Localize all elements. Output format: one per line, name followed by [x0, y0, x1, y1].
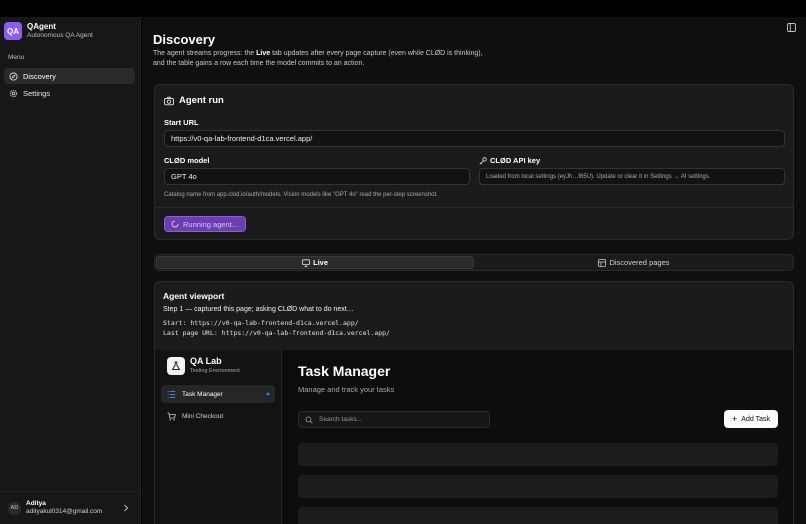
preview-nav-label: Mini Checkout	[182, 412, 224, 420]
user-email: adityakul0314@gmail.com	[26, 508, 103, 515]
sidebar: QA QAgent Autonomous QA Agent Menu Disco…	[0, 17, 141, 524]
tab-live[interactable]: Live	[156, 256, 474, 269]
plus-icon: +	[732, 414, 738, 424]
preview-sidebar: QA Lab Testing Environment Task Manager …	[155, 350, 282, 524]
api-key-label-text: CLØD API key	[490, 156, 541, 165]
sidebar-item-label: Settings	[23, 88, 51, 98]
app-name: QAgent	[27, 22, 56, 31]
model-select[interactable]: GPT 4o	[164, 168, 470, 185]
avatar: AD	[8, 501, 21, 515]
run-agent-button-label: Running agent...	[183, 219, 239, 229]
cart-icon	[167, 412, 176, 420]
viewport-title: Agent viewport	[163, 291, 225, 301]
sidebar-item-label: Discovery	[23, 71, 56, 81]
preview-main: Task Manager Manage and track your tasks…	[283, 350, 793, 524]
user-name: Aditya	[26, 500, 46, 507]
sidebar-toggle-icon[interactable]	[787, 23, 796, 32]
active-indicator-icon	[266, 392, 270, 395]
model-hint: Catalog name from app.clod.io/auth/model…	[164, 192, 438, 198]
api-key-field[interactable]: Loaded from local settings (eyJh…f65U). …	[479, 168, 785, 185]
compass-icon	[9, 71, 18, 81]
start-url-input[interactable]: https://v0-qa-lab-frontend-d1ca.vercel.a…	[164, 130, 785, 147]
app-logo: QA	[4, 22, 22, 40]
menu-label: Menu	[8, 54, 25, 61]
preview-nav-task-manager[interactable]: Task Manager	[161, 385, 275, 403]
start-url-label: Start URL	[164, 118, 199, 127]
page-title: Discovery	[153, 32, 216, 47]
agent-run-card: Agent run Start URL https://v0-qa-lab-fr…	[154, 84, 794, 240]
api-key-label: CLØD API key	[479, 156, 540, 165]
task-row-skeleton	[298, 443, 778, 466]
preview-description: Manage and track your tasks	[298, 385, 395, 394]
model-label: CLØD model	[164, 156, 210, 165]
page-description: The agent streams progress: the Live tab…	[153, 49, 493, 69]
task-row-skeleton	[298, 507, 778, 524]
agent-run-title: Agent run	[164, 95, 224, 106]
tab-discovered-pages-label: Discovered pages	[609, 258, 670, 267]
spinner-icon	[171, 220, 179, 228]
viewport-last-url: Last page URL: https://v0-qa-lab-fronten…	[163, 329, 390, 337]
view-tabs: Live Discovered pages	[154, 254, 794, 271]
table-icon	[598, 258, 607, 267]
task-row-skeleton	[298, 475, 778, 498]
window-top-bar	[0, 0, 806, 17]
preview-nav-mini-checkout[interactable]: Mini Checkout	[161, 407, 275, 425]
run-agent-button[interactable]: Running agent...	[164, 216, 246, 232]
preview-brand-sub: Testing Environment	[190, 368, 240, 374]
user-menu[interactable]: AD Aditya adityakul0314@gmail.com	[0, 491, 141, 524]
flask-icon	[171, 361, 181, 371]
monitor-icon	[302, 258, 310, 267]
chevron-right-icon	[124, 504, 129, 512]
preview-brand: QA Lab Testing Environment	[167, 356, 240, 376]
gear-icon	[9, 89, 18, 97]
preview-search-placeholder: Search tasks...	[319, 416, 362, 423]
preview-title: Task Manager	[298, 363, 391, 379]
preview-brand-name: QA Lab	[190, 356, 222, 366]
preview-logo	[167, 357, 185, 375]
page-desc-pre: The agent streams progress: the	[153, 50, 257, 57]
camera-icon	[164, 96, 174, 105]
add-task-label: Add Task	[741, 415, 770, 423]
card-divider	[155, 207, 793, 208]
tab-discovered-pages[interactable]: Discovered pages	[475, 256, 793, 269]
viewport-screenshot: QA Lab Testing Environment Task Manager …	[155, 350, 793, 524]
main-content: Discovery The agent streams progress: th…	[142, 17, 806, 524]
key-icon	[479, 156, 487, 164]
add-task-button[interactable]: + Add Task	[724, 410, 778, 428]
page-desc-bold: Live	[256, 50, 271, 57]
viewport-start-url: Start: https://v0-qa-lab-frontend-d1ca.v…	[163, 319, 359, 327]
search-icon	[305, 416, 313, 424]
viewport-step: Step 1 — captured this page; asking CLØD…	[163, 306, 354, 313]
preview-nav-label: Task Manager	[182, 390, 223, 398]
sidebar-item-settings[interactable]: Settings	[4, 85, 135, 101]
agent-viewport-card: Agent viewport Step 1 — captured this pa…	[154, 281, 794, 524]
list-icon	[167, 390, 176, 398]
preview-search-input[interactable]: Search tasks...	[298, 411, 490, 428]
tab-live-label: Live	[312, 258, 328, 267]
agent-run-title-text: Agent run	[179, 95, 224, 106]
app-brand: QA QAgent Autonomous QA Agent	[4, 22, 93, 40]
app-subtitle: Autonomous QA Agent	[27, 32, 93, 39]
sidebar-item-discovery[interactable]: Discovery	[4, 68, 135, 84]
